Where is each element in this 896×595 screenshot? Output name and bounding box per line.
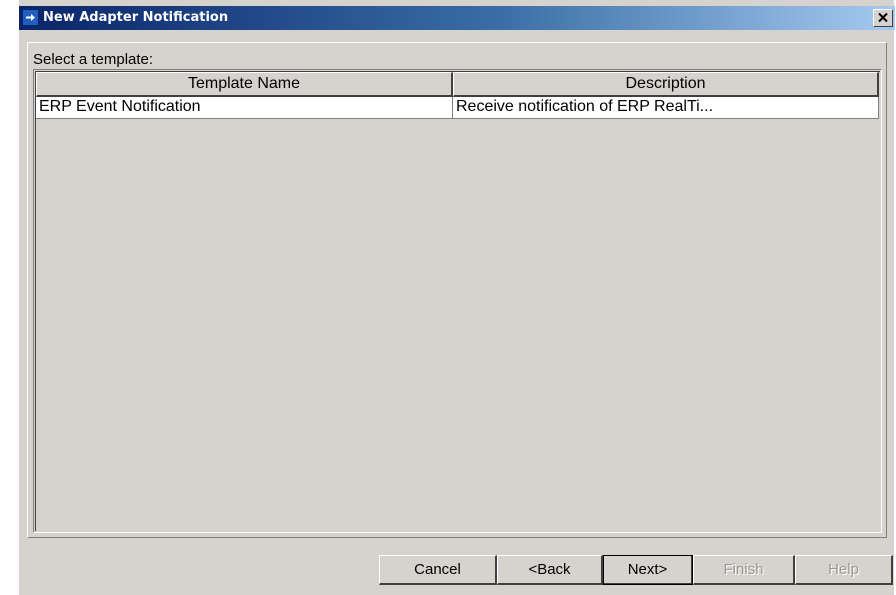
next-button[interactable]: Next> xyxy=(603,555,693,585)
table-header: Template Name Description xyxy=(36,72,879,97)
close-icon xyxy=(878,12,888,23)
template-table[interactable]: Template Name Description ERP Event Noti… xyxy=(33,69,882,533)
dialog-window: New Adapter Notification Select a templa… xyxy=(18,0,895,595)
close-button[interactable] xyxy=(873,9,893,27)
arrow-right-icon xyxy=(22,9,39,26)
select-template-label: Select a template: xyxy=(33,51,154,68)
cancel-button[interactable]: Cancel xyxy=(379,555,497,585)
column-header-template-name[interactable]: Template Name xyxy=(36,72,453,97)
finish-button[interactable]: Finish xyxy=(693,555,795,585)
back-button[interactable]: <Back xyxy=(497,555,603,585)
title-bar[interactable]: New Adapter Notification xyxy=(19,6,895,30)
cell-template-name[interactable]: ERP Event Notification xyxy=(36,97,453,119)
help-button[interactable]: Help xyxy=(795,555,893,585)
window-title: New Adapter Notification xyxy=(43,10,229,25)
cell-description[interactable]: Receive notification of ERP RealTi... xyxy=(453,97,879,119)
column-header-description[interactable]: Description xyxy=(453,72,879,97)
table-row[interactable]: ERP Event Notification Receive notificat… xyxy=(36,97,879,119)
